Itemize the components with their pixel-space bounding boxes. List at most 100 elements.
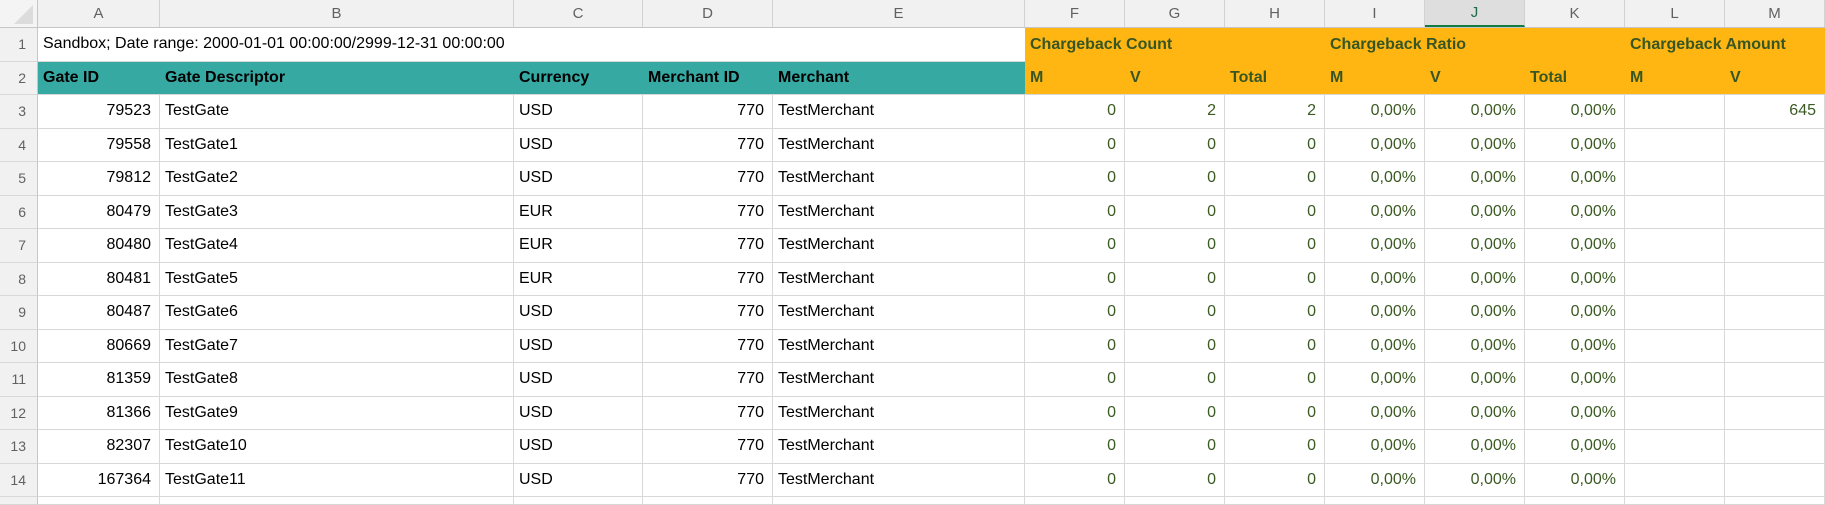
cell-F14[interactable]: 0 [1025,464,1125,498]
cell-K3[interactable]: 0,00% [1525,95,1625,129]
cell-K13[interactable]: 0,00% [1525,430,1625,464]
cell-M5[interactable] [1725,162,1825,196]
cell-I9[interactable]: 0,00% [1325,296,1425,330]
cell-L6[interactable] [1625,196,1725,230]
cell-L14[interactable] [1625,464,1725,498]
cell-I11[interactable]: 0,00% [1325,363,1425,397]
cell-A4[interactable]: 79558 [38,129,160,163]
cell-A3[interactable]: 79523 [38,95,160,129]
cell-E-partial[interactable] [773,497,1025,505]
row-header-8[interactable]: 8 [0,263,38,297]
cell-F4[interactable]: 0 [1025,129,1125,163]
row-header-3[interactable]: 3 [0,95,38,129]
cell-D8[interactable]: 770 [643,263,773,297]
cell-M11[interactable] [1725,363,1825,397]
cell-G7[interactable]: 0 [1125,229,1225,263]
cell-J6[interactable]: 0,00% [1425,196,1525,230]
cell-L1-chargeback-amount[interactable]: Chargeback Amount [1625,28,1825,62]
cell-M6[interactable] [1725,196,1825,230]
cell-D-partial[interactable] [643,497,773,505]
cell-G14[interactable]: 0 [1125,464,1225,498]
cell-E2-merchant[interactable]: Merchant [773,62,1025,96]
cell-H3[interactable]: 2 [1225,95,1325,129]
cell-B5[interactable]: TestGate2 [160,162,514,196]
cell-L10[interactable] [1625,330,1725,364]
cell-J13[interactable]: 0,00% [1425,430,1525,464]
cell-D10[interactable]: 770 [643,330,773,364]
cell-M12[interactable] [1725,397,1825,431]
cell-G4[interactable]: 0 [1125,129,1225,163]
row-header-partial[interactable] [0,497,38,505]
cell-C14[interactable]: USD [514,464,643,498]
cell-L13[interactable] [1625,430,1725,464]
cell-K7[interactable]: 0,00% [1525,229,1625,263]
cell-M8[interactable] [1725,263,1825,297]
cell-L7[interactable] [1625,229,1725,263]
cell-I4[interactable]: 0,00% [1325,129,1425,163]
cell-A12[interactable]: 81366 [38,397,160,431]
cell-E4[interactable]: TestMerchant [773,129,1025,163]
cell-C2-currency[interactable]: Currency [514,62,643,96]
cell-G10[interactable]: 0 [1125,330,1225,364]
select-all-corner[interactable] [0,0,38,27]
cell-C5[interactable]: USD [514,162,643,196]
cell-D6[interactable]: 770 [643,196,773,230]
cell-B3[interactable]: TestGate [160,95,514,129]
cell-B10[interactable]: TestGate7 [160,330,514,364]
cell-C-partial[interactable] [514,497,643,505]
cell-E7[interactable]: TestMerchant [773,229,1025,263]
cell-M10[interactable] [1725,330,1825,364]
cell-A13[interactable]: 82307 [38,430,160,464]
cell-A6[interactable]: 80479 [38,196,160,230]
cell-L-partial[interactable] [1625,497,1725,505]
row-header-1[interactable]: 1 [0,28,38,62]
row-header-12[interactable]: 12 [0,397,38,431]
cell-K8[interactable]: 0,00% [1525,263,1625,297]
cell-I8[interactable]: 0,00% [1325,263,1425,297]
cell-H2-total[interactable]: Total [1225,62,1325,96]
cell-E11[interactable]: TestMerchant [773,363,1025,397]
cell-D7[interactable]: 770 [643,229,773,263]
cell-K14[interactable]: 0,00% [1525,464,1625,498]
cell-A8[interactable]: 80481 [38,263,160,297]
cell-C8[interactable]: EUR [514,263,643,297]
cell-G9[interactable]: 0 [1125,296,1225,330]
cell-A7[interactable]: 80480 [38,229,160,263]
row-header-9[interactable]: 9 [0,296,38,330]
cell-M14[interactable] [1725,464,1825,498]
cell-L9[interactable] [1625,296,1725,330]
cell-G12[interactable]: 0 [1125,397,1225,431]
cell-F3[interactable]: 0 [1025,95,1125,129]
row-header-7[interactable]: 7 [0,229,38,263]
cell-E6[interactable]: TestMerchant [773,196,1025,230]
cell-F12[interactable]: 0 [1025,397,1125,431]
cell-E3[interactable]: TestMerchant [773,95,1025,129]
cell-E10[interactable]: TestMerchant [773,330,1025,364]
cell-M3[interactable]: 645 [1725,95,1825,129]
cell-E14[interactable]: TestMerchant [773,464,1025,498]
cell-E12[interactable]: TestMerchant [773,397,1025,431]
cell-J4[interactable]: 0,00% [1425,129,1525,163]
cell-L5[interactable] [1625,162,1725,196]
column-header-I[interactable]: I [1325,0,1425,27]
cell-B8[interactable]: TestGate5 [160,263,514,297]
cell-C13[interactable]: USD [514,430,643,464]
cell-D5[interactable]: 770 [643,162,773,196]
cell-M13[interactable] [1725,430,1825,464]
cell-B6[interactable]: TestGate3 [160,196,514,230]
row-header-13[interactable]: 13 [0,430,38,464]
cell-H5[interactable]: 0 [1225,162,1325,196]
cell-G3[interactable]: 2 [1125,95,1225,129]
cell-J5[interactable]: 0,00% [1425,162,1525,196]
cell-I10[interactable]: 0,00% [1325,330,1425,364]
cell-J10[interactable]: 0,00% [1425,330,1525,364]
cell-C4[interactable]: USD [514,129,643,163]
row-header-11[interactable]: 11 [0,363,38,397]
cell-A14[interactable]: 167364 [38,464,160,498]
cell-F5[interactable]: 0 [1025,162,1125,196]
column-header-E[interactable]: E [773,0,1025,27]
cell-L8[interactable] [1625,263,1725,297]
cell-I-partial[interactable] [1325,497,1425,505]
cell-F6[interactable]: 0 [1025,196,1125,230]
column-header-D[interactable]: D [643,0,773,27]
